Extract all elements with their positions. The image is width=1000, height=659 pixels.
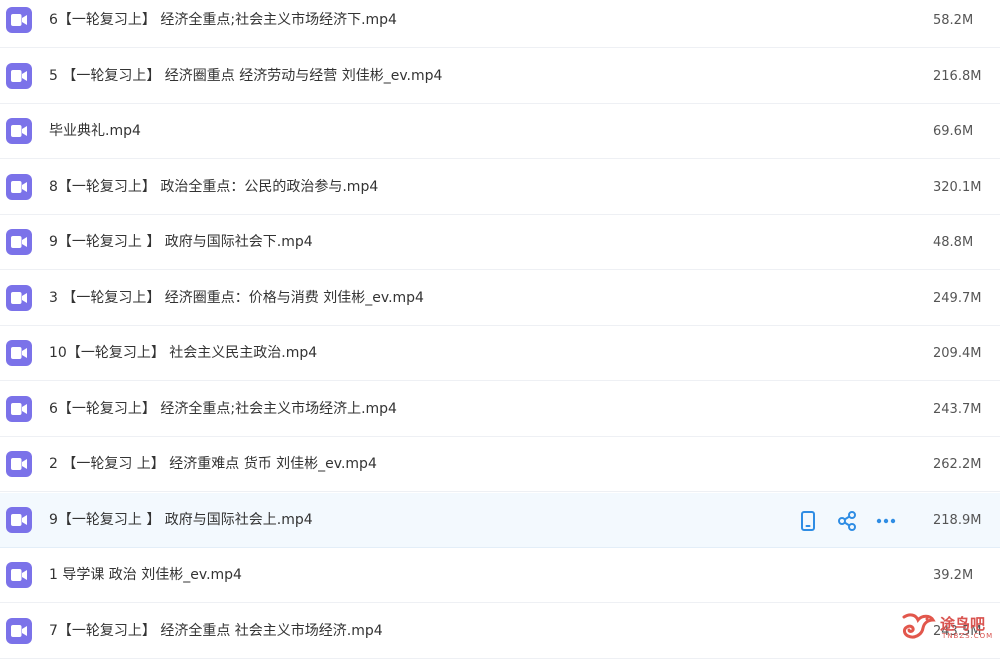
file-size: 48.8M [933, 235, 974, 250]
file-name[interactable]: 毕业典礼.mp4 [49, 104, 141, 159]
video-file-icon [6, 284, 32, 311]
file-name[interactable]: 9【一轮复习上 】 政府与国际社会上.mp4 [49, 493, 313, 548]
file-size: 262.2M [933, 457, 982, 472]
watermark-subtext: TNBZS.COM [942, 632, 994, 640]
video-file-icon [6, 395, 32, 422]
video-file-icon [6, 562, 32, 588]
file-size: 39.2M [933, 568, 974, 583]
file-name[interactable]: 6【一轮复习上】 经济全重点;社会主义市场经济下.mp4 [49, 0, 397, 48]
file-row[interactable]: 8【一轮复习上】 政治全重点：公民的政治参与.mp4 320.1M [0, 160, 1000, 215]
bird-logo-icon [902, 613, 936, 639]
file-size: 218.9M [933, 512, 982, 528]
video-file-icon [6, 451, 32, 477]
share-button[interactable] [835, 509, 859, 533]
file-row[interactable]: 9【一轮复习上 】 政府与国际社会上.mp4 218.9M [0, 492, 1000, 548]
file-row[interactable]: 9【一轮复习上 】 政府与国际社会下.mp4 48.8M [0, 215, 1000, 270]
file-name[interactable]: 10【一轮复习上】 社会主义民主政治.mp4 [49, 326, 317, 381]
video-file-icon [6, 173, 32, 200]
file-row[interactable]: 6【一轮复习上】 经济全重点;社会主义市场经济下.mp4 58.2M [0, 0, 1000, 48]
file-name[interactable]: 8【一轮复习上】 政治全重点：公民的政治参与.mp4 [49, 160, 378, 215]
video-file-icon [6, 617, 32, 644]
file-name[interactable]: 1 导学课 政治 刘佳彬_ev.mp4 [49, 548, 242, 603]
file-name[interactable]: 3 【一轮复习上】 经济圈重点：价格与消费 刘佳彬_ev.mp4 [49, 271, 424, 326]
file-name[interactable]: 9【一轮复习上 】 政府与国际社会下.mp4 [49, 215, 313, 270]
video-file-icon [6, 118, 32, 144]
file-size: 58.2M [933, 13, 974, 28]
file-row[interactable]: 10【一轮复习上】 社会主义民主政治.mp4 209.4M [0, 326, 1000, 381]
share-icon [835, 510, 859, 537]
file-row[interactable]: 5 【一轮复习上】 经济圈重点 经济劳动与经营 刘佳彬_ev.mp4 216.8M [0, 49, 1000, 104]
file-size: 243.7M [933, 401, 982, 417]
more-options-button[interactable] [874, 509, 898, 533]
file-row[interactable]: 6【一轮复习上】 经济全重点;社会主义市场经济上.mp4 243.7M [0, 382, 1000, 437]
file-row[interactable]: 毕业典礼.mp4 69.6M [0, 104, 1000, 159]
file-size: 69.6M [933, 124, 974, 139]
phone-icon [796, 510, 820, 537]
video-file-icon [6, 62, 32, 89]
watermark-text: 途鸟吧 [940, 615, 986, 633]
file-row[interactable]: 1 导学课 政治 刘佳彬_ev.mp4 39.2M [0, 548, 1000, 603]
more-icon [874, 518, 898, 537]
file-size: 249.7M [933, 290, 982, 306]
file-size: 209.4M [933, 346, 982, 361]
video-file-icon [6, 340, 32, 366]
file-size: 320.1M [933, 179, 982, 195]
file-row[interactable]: 3 【一轮复习上】 经济圈重点：价格与消费 刘佳彬_ev.mp4 249.7M [0, 271, 1000, 326]
file-row[interactable]: 7【一轮复习上】 经济全重点 社会主义市场经济.mp4 243.5M [0, 604, 1000, 659]
video-file-icon [6, 506, 32, 533]
video-file-icon [6, 7, 32, 33]
send-to-phone-button[interactable] [796, 509, 820, 533]
file-name[interactable]: 5 【一轮复习上】 经济圈重点 经济劳动与经营 刘佳彬_ev.mp4 [49, 49, 442, 104]
file-row[interactable]: 2 【一轮复习 上】 经济重难点 货币 刘佳彬_ev.mp4 262.2M [0, 437, 1000, 492]
watermark: 途鸟吧 TNBZS.COM [900, 611, 996, 643]
video-file-icon [6, 229, 32, 255]
file-name[interactable]: 7【一轮复习上】 经济全重点 社会主义市场经济.mp4 [49, 604, 383, 659]
file-name[interactable]: 2 【一轮复习 上】 经济重难点 货币 刘佳彬_ev.mp4 [49, 437, 377, 492]
file-name[interactable]: 6【一轮复习上】 经济全重点;社会主义市场经济上.mp4 [49, 382, 397, 437]
file-size: 216.8M [933, 68, 982, 84]
